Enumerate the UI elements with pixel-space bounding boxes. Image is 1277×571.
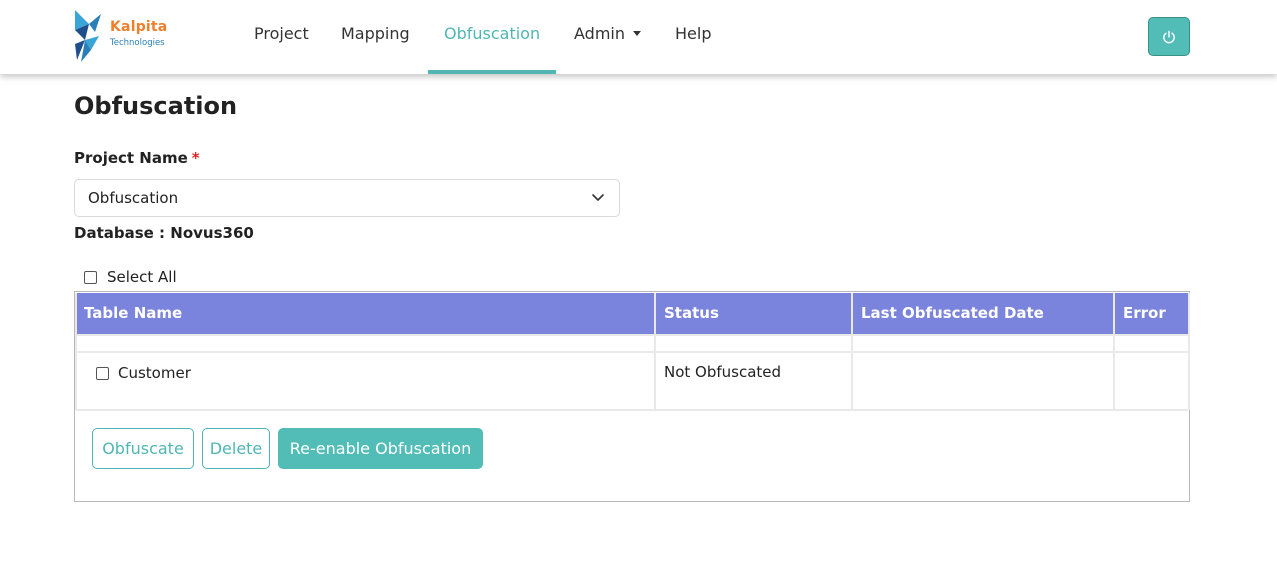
select-all-label: Select All — [107, 268, 177, 286]
project-name-select[interactable]: Obfuscation — [74, 179, 620, 217]
kalpita-logo[interactable]: Kalpita Technologies — [73, 10, 183, 62]
select-all-checkbox[interactable] — [84, 270, 97, 284]
logout-button[interactable] — [1148, 17, 1190, 56]
brand-name: Kalpita — [110, 19, 168, 35]
required-mark: * — [191, 149, 200, 167]
chevron-down-icon — [592, 194, 604, 201]
row-divider — [76, 351, 1188, 353]
column-header-error[interactable]: Error — [1115, 293, 1188, 334]
reenable-obfuscation-button[interactable]: Re-enable Obfuscation — [278, 428, 483, 469]
tables-grid: Table Name Status Last Obfuscated Date E… — [74, 291, 1190, 502]
nav-admin-dropdown[interactable]: Admin — [574, 0, 641, 74]
table-name-cell: Customer — [118, 364, 191, 382]
nav-admin-label: Admin — [574, 24, 625, 43]
project-name-selected-value: Obfuscation — [88, 189, 179, 207]
brand-tagline: Technologies — [110, 38, 165, 48]
nav-mapping[interactable]: Mapping — [341, 0, 410, 74]
nav-help-label: Help — [675, 24, 712, 43]
database-info: Database : Novus360 — [74, 224, 254, 242]
top-navbar: Kalpita Technologies Project Mapping Obf… — [0, 0, 1277, 74]
project-name-label: Project Name * — [74, 149, 200, 167]
row-divider — [76, 409, 1188, 411]
caret-down-icon — [633, 31, 641, 36]
row-checkbox[interactable] — [96, 367, 109, 380]
row-divider — [76, 334, 1188, 336]
database-label: Database : — [74, 224, 166, 242]
nav-obfuscation[interactable]: Obfuscation — [428, 0, 557, 74]
column-divider — [1188, 293, 1190, 410]
column-header-status[interactable]: Status — [656, 293, 851, 334]
kalpita-logo-mark — [75, 10, 101, 62]
nav-mapping-label: Mapping — [341, 24, 410, 43]
nav-project-label: Project — [254, 24, 309, 43]
active-tab-indicator — [428, 70, 557, 74]
column-header-table-name[interactable]: Table Name — [76, 293, 654, 334]
nav-project[interactable]: Project — [254, 0, 309, 74]
nav-obfuscation-label: Obfuscation — [444, 24, 541, 43]
page-title: Obfuscation — [74, 92, 238, 120]
delete-button[interactable]: Delete — [202, 428, 270, 469]
column-header-last-obfuscated-date[interactable]: Last Obfuscated Date — [853, 293, 1113, 334]
project-name-label-text: Project Name — [74, 149, 188, 167]
obfuscate-button[interactable]: Obfuscate — [92, 428, 194, 469]
status-cell: Not Obfuscated — [664, 363, 782, 381]
nav-help[interactable]: Help — [675, 0, 711, 74]
select-all-row: Select All — [84, 268, 177, 286]
database-value: Novus360 — [170, 224, 254, 242]
power-icon — [1163, 30, 1175, 43]
